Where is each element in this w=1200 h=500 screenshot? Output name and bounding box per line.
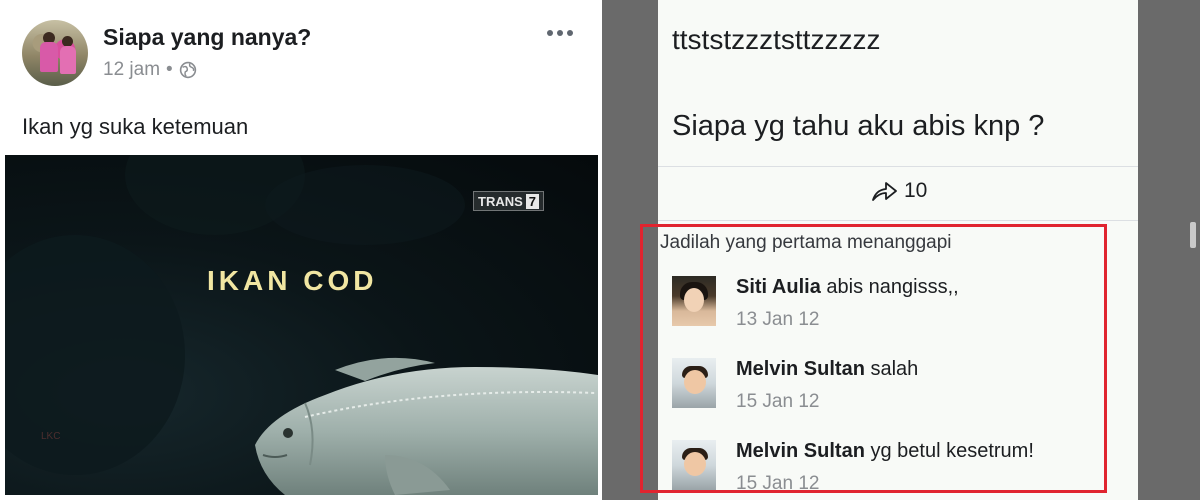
post-author-name[interactable]: Siapa yang nanya? — [103, 24, 311, 51]
post-time[interactable]: 12 jam — [103, 59, 160, 81]
more-options-icon[interactable] — [545, 26, 575, 40]
channel-logo: TRANS 7 — [473, 191, 545, 211]
meta-separator: • — [166, 59, 173, 80]
divider — [658, 166, 1138, 167]
channel-logo-word: TRANS — [478, 193, 523, 209]
profile-avatar[interactable] — [22, 20, 88, 86]
share-icon — [872, 182, 897, 201]
share-button[interactable]: 10 — [870, 178, 927, 204]
post-meta: 12 jam • — [103, 59, 197, 81]
video-caption: IKAN COD — [207, 265, 378, 296]
highlight-box — [640, 224, 1107, 493]
channel-logo-number: 7 — [525, 193, 540, 209]
video-corner-mark: LKC — [41, 431, 61, 442]
left-facebook-post: Siapa yang nanya? 12 jam • Ikan yg suka … — [0, 0, 602, 500]
globe-icon — [179, 61, 196, 79]
scrollbar[interactable] — [1190, 222, 1196, 248]
post-line-1: ttststzzztsttzzzzz — [672, 24, 881, 55]
divider — [658, 220, 1138, 221]
post-line-2: Siapa yg tahu aku abis knp ? — [672, 110, 1045, 142]
post-text: Ikan yg suka ketemuan — [22, 114, 249, 139]
share-count: 10 — [904, 179, 928, 202]
video-frame[interactable]: TRANS 7 IKAN COD LKC — [5, 155, 598, 495]
